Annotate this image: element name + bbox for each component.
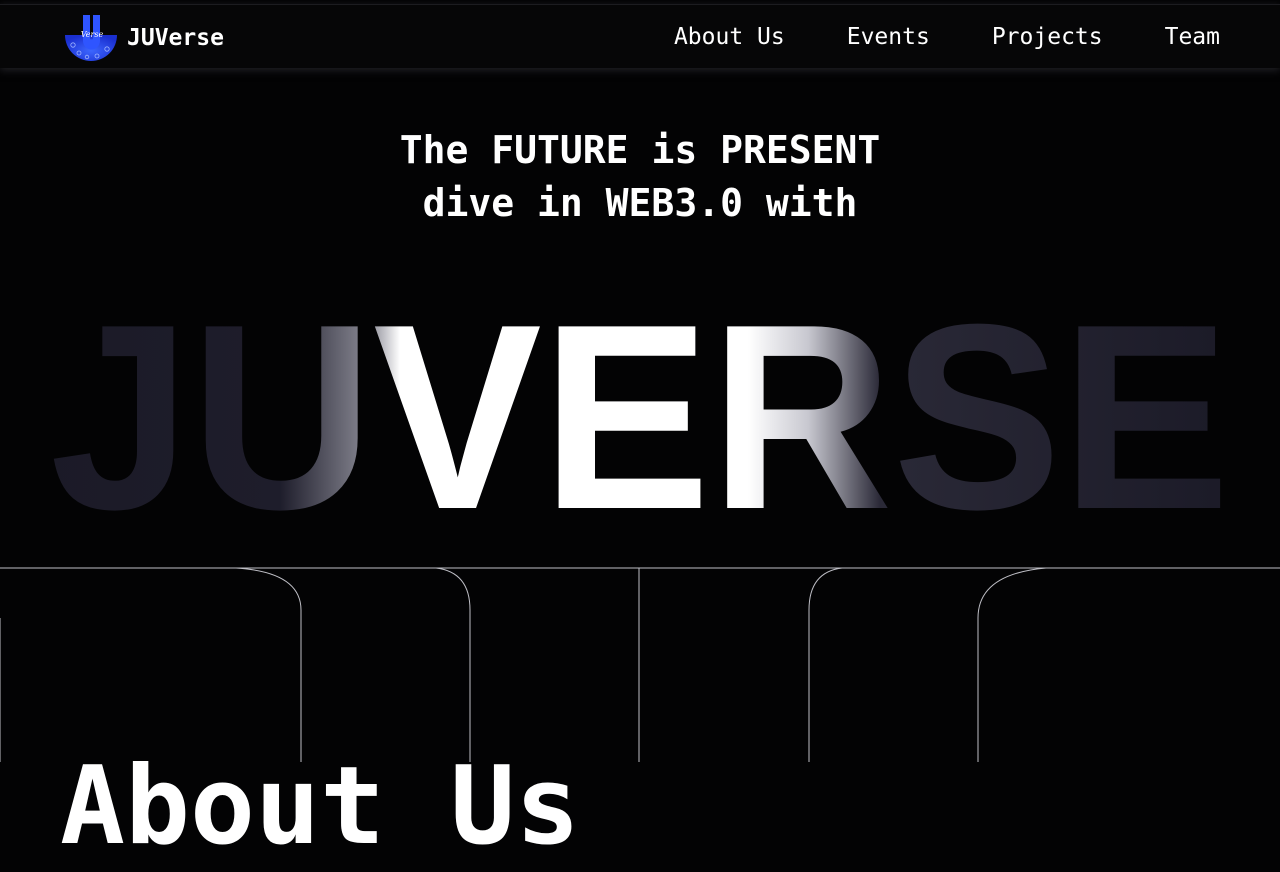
brand-name[interactable]: JUVerse — [127, 25, 224, 51]
juverse-hero-wordmark: JUVERSE — [50, 300, 1230, 520]
about-us-heading: About Us — [60, 743, 581, 869]
hero-big-word: JUVERSE — [50, 300, 1230, 520]
hero-tagline: The FUTURE is PRESENT dive in WEB3.0 wit… — [0, 124, 1280, 230]
top-navbar: Verse JUVerse About Us Events Projects T… — [0, 4, 1280, 68]
decorative-grid-lines — [0, 567, 1280, 762]
tagline-line-2: dive in WEB3.0 with — [422, 181, 858, 225]
nav-link-events[interactable]: Events — [847, 24, 930, 50]
main-nav: About Us Events Projects Team — [612, 5, 1220, 69]
nav-link-projects[interactable]: Projects — [992, 24, 1103, 50]
juverse-logo-icon[interactable]: Verse — [63, 13, 119, 63]
tagline-line-1: The FUTURE is PRESENT — [399, 128, 881, 172]
nav-link-about-us[interactable]: About Us — [674, 24, 785, 50]
brand[interactable]: Verse JUVerse — [63, 13, 224, 63]
logo-script-text: Verse — [81, 30, 104, 39]
nav-link-team[interactable]: Team — [1165, 24, 1220, 50]
